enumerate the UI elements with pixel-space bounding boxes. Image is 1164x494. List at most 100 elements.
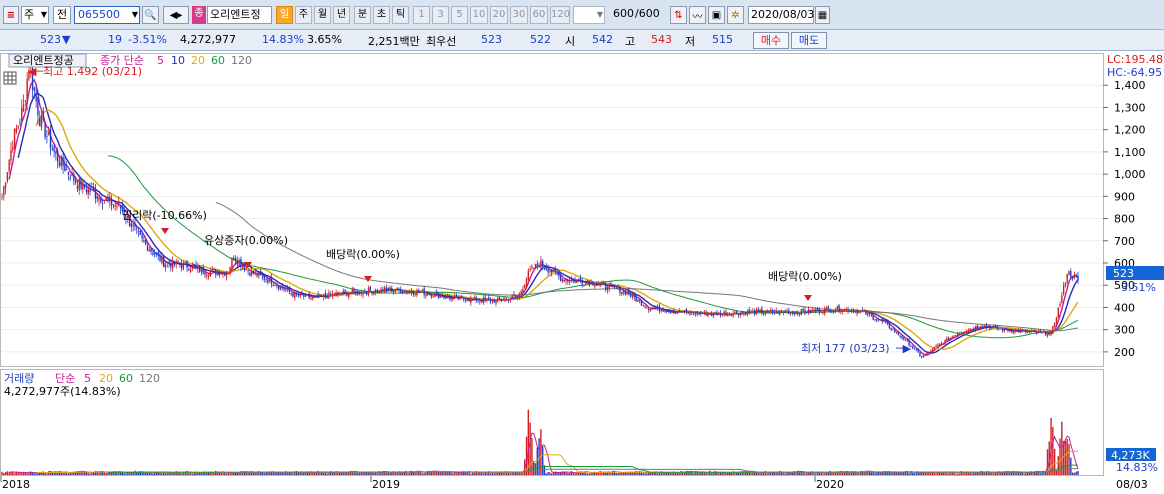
save-icon[interactable]: ▣ [708,6,725,24]
candle-body [207,275,210,277]
candle-body [818,309,821,313]
custom-period-select[interactable]: ▼ [573,6,605,24]
volume-legend-title[interactable]: 거래량 [4,372,34,385]
candle-body [281,286,283,289]
volume-bar [576,473,578,475]
candle-body [48,132,50,135]
candle-body [642,305,644,307]
num-20-button[interactable]: 20 [490,6,508,24]
candle-body [861,310,864,311]
volume-bar [956,473,959,475]
volume-bar [522,472,524,475]
candle-body [987,326,989,328]
volume-bar [678,473,680,475]
volume-bar [547,471,549,475]
candle-body [365,291,368,295]
candle-body [220,273,222,275]
candle-body [883,320,885,322]
buy-button[interactable]: 매수 [753,32,789,49]
num-120-button[interactable]: 120 [550,6,570,24]
volume-bar [136,472,138,475]
date-field[interactable]: 2020/08/03 [748,6,814,24]
volume-bar [777,472,779,475]
type-select[interactable]: 주 ▼ [21,6,49,24]
num-1-button[interactable]: 1 [413,6,430,24]
candle-body [895,331,898,333]
candle-body [409,291,411,293]
num-60-button[interactable]: 60 [530,6,548,24]
candle-body [19,121,21,123]
candle-body [49,129,52,149]
candle-body [1077,275,1079,281]
volume-bar [662,473,664,475]
chart-menu-icon[interactable]: ≡ [3,6,19,24]
volume-bar [804,473,806,475]
candle-body [685,308,688,312]
code-input[interactable]: 065500 ▼ [74,6,140,24]
volume-bar [344,472,346,475]
candle-type-icon[interactable]: ⇅ [670,6,687,24]
search-icon[interactable]: 🔍 [142,6,159,24]
candle-body [969,328,971,331]
num-5-button[interactable]: 5 [451,6,468,24]
candle-body [193,264,195,267]
volume-bar [317,470,319,475]
candle-body [250,270,253,275]
candle-body [105,197,107,200]
candle-body [922,355,925,358]
chart-area[interactable]: 1,4001,3001,2001,1001,000900800700600500… [0,51,1164,494]
candle-body [403,290,406,294]
volume-bar [123,473,125,475]
candle-body [423,288,425,295]
period-month-button[interactable]: 월 [314,6,331,24]
candle-body [1021,329,1024,331]
event-dividend-2020: 배당락(0.00%) [768,270,842,283]
candle-body [270,277,273,284]
volume-bar [71,472,73,475]
candle-body [436,291,438,293]
volume-bar [358,473,361,475]
count-current[interactable]: 600 [608,6,634,24]
table-icon[interactable] [3,71,17,85]
period-week-button[interactable]: 주 [295,6,312,24]
num-10-button[interactable]: 10 [470,6,488,24]
candle-body [669,311,671,313]
volume-bar [762,473,765,475]
candle-body [665,310,668,312]
candle-body [748,309,750,313]
sell-button[interactable]: 매도 [791,32,827,49]
volume-bar [710,473,713,475]
candle-body [382,289,384,292]
period-day-button[interactable]: 일 [276,6,293,24]
speaker-icon[interactable]: ◀▸ [163,6,189,24]
calendar-icon[interactable]: ▦ [815,6,830,24]
candle-body [531,266,533,268]
volume-bar [572,473,574,475]
line-type-icon[interactable]: 〰 [689,6,706,24]
candle-body [391,288,393,292]
volume-bar [1066,438,1068,475]
num-30-button[interactable]: 30 [510,6,528,24]
period-second-button[interactable]: 초 [373,6,390,24]
gear-icon[interactable]: ✲ [727,6,744,24]
volume-tag-pct: 14.83% [1116,461,1158,474]
candle-body [1025,329,1027,333]
candle-body [983,325,986,328]
period-minute-button[interactable]: 분 [354,6,371,24]
volume-bar [1057,456,1059,475]
candle-body [89,189,91,193]
volume-ma5-legend: 5 [84,372,91,385]
candle-body [1003,328,1006,331]
period-year-button[interactable]: 년 [333,6,350,24]
candle-body [877,319,880,321]
period-tick-button[interactable]: 틱 [392,6,409,24]
prev-button[interactable]: 전 [53,6,71,24]
stock-name-field[interactable]: 오리엔트정 [207,6,272,24]
candle-body [374,290,377,293]
candle-body [412,292,415,295]
price-axis: 1,4001,3001,2001,1001,000900800700600500… [1103,79,1146,359]
candle-body [1016,330,1018,332]
candle-body [46,136,48,138]
volume-bar [374,472,377,475]
num-3-button[interactable]: 3 [432,6,449,24]
